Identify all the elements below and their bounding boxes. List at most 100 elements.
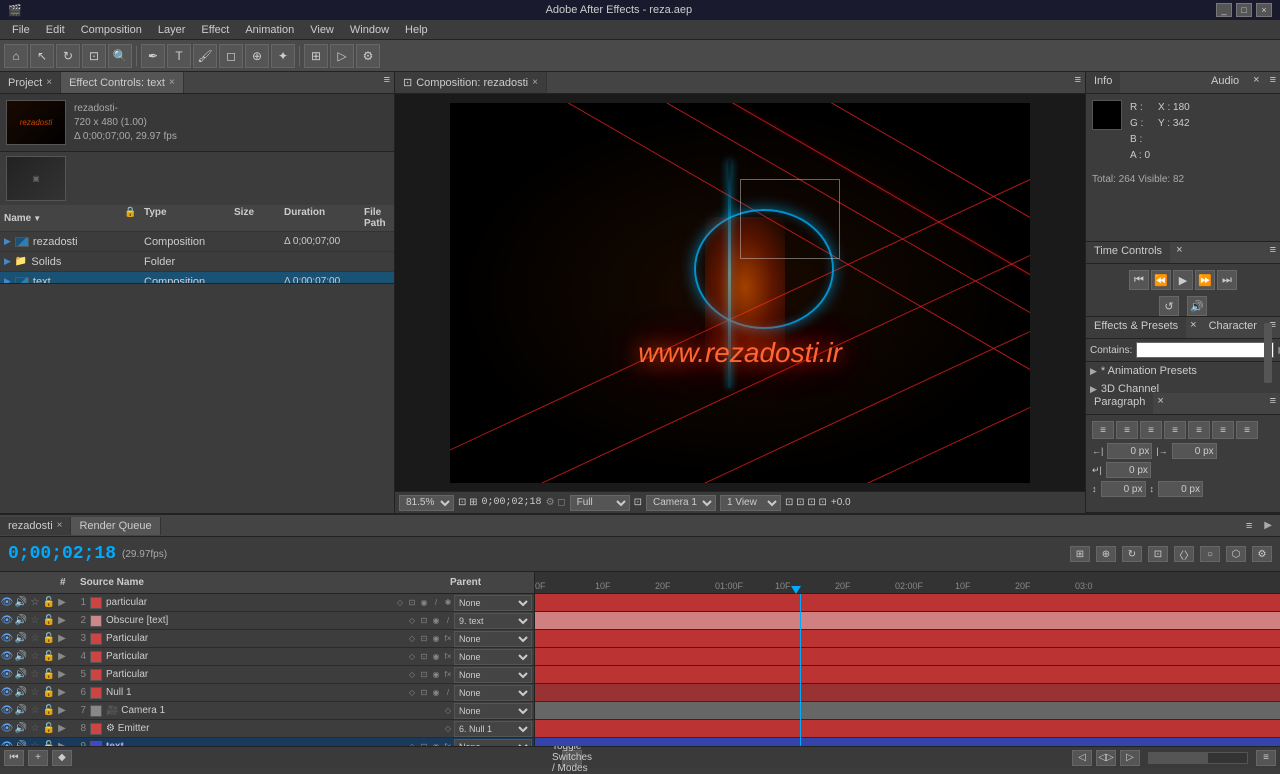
layer-lock-1[interactable]: 🔓 — [42, 597, 56, 608]
file-row-text[interactable]: ▶ text Composition Δ 0;00;07;00 — [0, 272, 394, 284]
justify-right-btn[interactable]: ≡ — [1212, 421, 1234, 439]
layer-switch-3d-2[interactable]: ⊡ — [418, 615, 430, 627]
justify-left-btn[interactable]: ≡ — [1164, 421, 1186, 439]
tab-project[interactable]: Project × — [0, 72, 61, 93]
layer-lock-6[interactable]: 🔓 — [42, 687, 56, 698]
layer-audio-1[interactable]: 🔊 — [14, 597, 28, 608]
track-bar-7[interactable] — [535, 702, 1280, 720]
layer-switch-fx-6[interactable]: / — [442, 687, 454, 699]
layer-lock-3[interactable]: 🔓 — [42, 633, 56, 644]
tool-rotate[interactable]: ↻ — [56, 44, 80, 68]
next-frame-btn[interactable]: ⏩ — [1195, 270, 1215, 290]
tab-effects-presets[interactable]: Effects & Presets — [1086, 317, 1186, 338]
layer-solo-3[interactable]: ☆ — [28, 633, 42, 644]
layer-vis-4[interactable]: 👁 — [0, 651, 14, 662]
time-controls-close[interactable]: × — [1170, 242, 1188, 263]
layer-audio-4[interactable]: 🔊 — [14, 651, 28, 662]
tab-paragraph[interactable]: Paragraph — [1086, 393, 1153, 414]
tab-info[interactable]: Info — [1086, 72, 1120, 93]
layer-switch-fx-4[interactable]: f× — [442, 651, 454, 663]
zoom-select[interactable]: 81.5% 100% 50% — [399, 495, 454, 511]
track-bar-3[interactable] — [535, 630, 1280, 648]
tool-home[interactable]: ⌂ — [4, 44, 28, 68]
layer-audio-5[interactable]: 🔊 — [14, 669, 28, 680]
layer-expand-8[interactable]: ▶ — [56, 723, 68, 734]
track-bar-5[interactable] — [535, 666, 1280, 684]
tool-stamp[interactable]: ⊕ — [245, 44, 269, 68]
layer-switch-shy-1[interactable]: ◇ — [394, 597, 406, 609]
layer-switch-shy-6[interactable]: ◇ — [406, 687, 418, 699]
layer-solo-8[interactable]: ☆ — [28, 723, 42, 734]
parent-select-6[interactable]: None — [454, 685, 532, 701]
layer-audio-7[interactable]: 🔊 — [14, 705, 28, 716]
view-select[interactable]: 1 View 2 Views — [720, 495, 781, 511]
effect-3d-channel[interactable]: ▶ 3D Channel — [1086, 380, 1280, 393]
layer-solo-7[interactable]: ☆ — [28, 705, 42, 716]
effects-scrollbar[interactable] — [1264, 317, 1276, 383]
tl-search-btn[interactable]: ↻ — [1122, 546, 1142, 562]
tl-comment-btn[interactable]: ○ — [1200, 546, 1220, 562]
layer-lock-4[interactable]: 🔓 — [42, 651, 56, 662]
layer-solo-1[interactable]: ☆ — [28, 597, 42, 608]
effects-close[interactable]: × — [1186, 317, 1200, 338]
tab-time-controls[interactable]: Time Controls — [1086, 242, 1170, 263]
indent-left-input[interactable] — [1107, 443, 1152, 459]
layer-switch-3d-4[interactable]: ⊡ — [418, 651, 430, 663]
timeline-scroll-bar[interactable] — [1148, 752, 1248, 764]
tool-brush[interactable]: 🖌 — [193, 44, 217, 68]
tool-settings[interactable]: ⚙ — [356, 44, 380, 68]
layer-switch-fx-5[interactable]: f× — [442, 669, 454, 681]
layer-switch-qual-1[interactable]: ✱ — [442, 597, 454, 609]
layer-switch-motion-6[interactable]: ◉ — [430, 687, 442, 699]
tool-preview[interactable]: ▷ — [330, 44, 354, 68]
align-left-btn[interactable]: ≡ — [1092, 421, 1114, 439]
tl-flow-btn[interactable]: 〈〉 — [1174, 546, 1194, 562]
menu-edit[interactable]: Edit — [38, 22, 73, 38]
tool-text[interactable]: T — [167, 44, 191, 68]
tl-bottom-marker[interactable]: ◆ — [52, 750, 72, 766]
loop-btn[interactable]: ↺ — [1159, 296, 1179, 316]
tool-comp-new[interactable]: ⊞ — [304, 44, 328, 68]
effect-animation-presets[interactable]: ▶ * Animation Presets — [1086, 362, 1280, 380]
layer-lock-8[interactable]: 🔓 — [42, 723, 56, 734]
panel-options-btn[interactable]: ≡ — [380, 72, 394, 93]
layer-vis-5[interactable]: 👁 — [0, 669, 14, 680]
tl-bottom-first[interactable]: ⏮ — [4, 750, 24, 766]
layer-lock-2[interactable]: 🔓 — [42, 615, 56, 626]
tab-timeline-comp[interactable]: rezadosti × — [0, 517, 71, 535]
indent-first-input[interactable] — [1106, 462, 1151, 478]
layer-switch-motion-2[interactable]: ◉ — [430, 615, 442, 627]
track-bar-2[interactable] — [535, 612, 1280, 630]
tl-bottom-opt[interactable]: ≡ — [1256, 750, 1276, 766]
layer-solo-6[interactable]: ☆ — [28, 687, 42, 698]
layer-solo-5[interactable]: ☆ — [28, 669, 42, 680]
timeline-timecode[interactable]: 0;00;02;18 — [8, 544, 116, 564]
info-close[interactable]: × — [1247, 72, 1265, 93]
layer-expand-2[interactable]: ▶ — [56, 615, 68, 626]
menu-help[interactable]: Help — [397, 22, 436, 38]
layer-expand-3[interactable]: ▶ — [56, 633, 68, 644]
layer-vis-3[interactable]: 👁 — [0, 633, 14, 644]
layer-switch-shy-8[interactable]: ◇ — [442, 723, 454, 735]
window-controls[interactable]: _ □ × — [1216, 3, 1272, 17]
timeline-nav-btn[interactable]: ▶ — [1256, 518, 1280, 533]
justify-center-btn[interactable]: ≡ — [1188, 421, 1210, 439]
tab-character[interactable]: Character — [1201, 317, 1265, 338]
layer-switch-fx-3[interactable]: f× — [442, 633, 454, 645]
tool-eraser[interactable]: ◻ — [219, 44, 243, 68]
parent-select-3[interactable]: None — [454, 631, 532, 647]
layer-solo-2[interactable]: ☆ — [28, 615, 42, 626]
camera-select[interactable]: Camera 1 — [646, 495, 716, 511]
time-controls-options[interactable]: ≡ — [1266, 242, 1280, 263]
paragraph-close[interactable]: × — [1153, 393, 1167, 414]
layer-switch-shy-5[interactable]: ◇ — [406, 669, 418, 681]
parent-select-1[interactable]: None — [454, 595, 532, 611]
layer-audio-2[interactable]: 🔊 — [14, 615, 28, 626]
menu-file[interactable]: File — [4, 22, 38, 38]
layer-switch-motion-5[interactable]: ◉ — [430, 669, 442, 681]
paragraph-options[interactable]: ≡ — [1266, 393, 1280, 414]
layer-switch-shy-3[interactable]: ◇ — [406, 633, 418, 645]
layer-switch-fx-1[interactable]: / — [430, 597, 442, 609]
tl-render-btn[interactable]: ⊕ — [1096, 546, 1116, 562]
tl-expand-btn[interactable]: ⊡ — [1148, 546, 1168, 562]
